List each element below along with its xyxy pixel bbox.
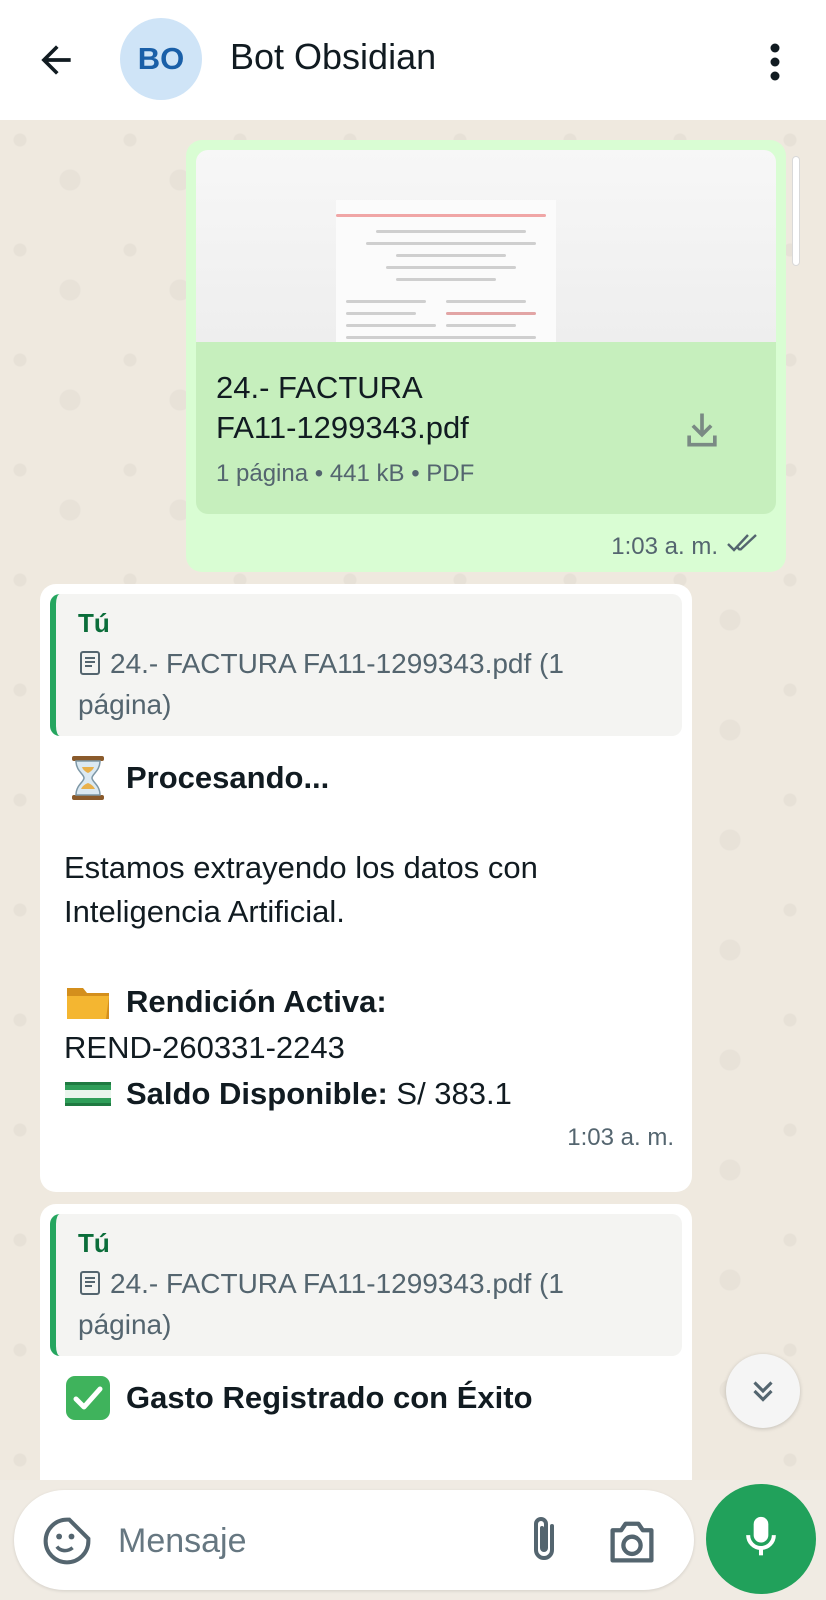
timestamp-text: 1:03 a. m. [611, 532, 718, 560]
scrollbar[interactable] [792, 156, 800, 266]
document-icon [78, 1268, 102, 1306]
camera-icon[interactable] [604, 1514, 660, 1568]
quote-text-content: 24.- FACTURA FA11-1299343.pdf (1 página) [78, 648, 564, 720]
message-body: Gasto Registrado con Éxito [50, 1356, 682, 1422]
document-meta: 1 página • 441 kB • PDF [216, 460, 475, 487]
saldo-line: Saldo Disponible: S/ 383.1 [64, 1070, 668, 1118]
chat-screen: BO Bot Obsidian 24.- FACTURA FA11-129934… [0, 0, 826, 1600]
message-compose-bar [14, 1490, 694, 1590]
saldo-value: S/ 383.1 [387, 1076, 512, 1111]
hourglass-icon [64, 754, 112, 802]
quote-author: Tú [78, 608, 110, 638]
avatar[interactable]: BO [120, 18, 202, 100]
quote-text: 24.- FACTURA FA11-1299343.pdf (1 página) [78, 645, 662, 724]
check-mark-icon [64, 1374, 112, 1422]
document-name-line1: 24.- FACTURA [216, 370, 423, 405]
quoted-message[interactable]: Tú 24.- FACTURA FA11-1299343.pdf (1 pági… [50, 594, 682, 736]
quote-text-content: 24.- FACTURA FA11-1299343.pdf (1 página) [78, 1268, 564, 1340]
banknote-icon [64, 1070, 112, 1118]
rendicion-label: Rendición Activa: [126, 984, 387, 1019]
double-check-icon [726, 531, 764, 562]
document-thumbnail [336, 200, 556, 342]
quoted-message[interactable]: Tú 24.- FACTURA FA11-1299343.pdf (1 pági… [50, 1214, 682, 1356]
chat-header: BO Bot Obsidian [0, 0, 826, 120]
outgoing-document-message[interactable]: 24.- FACTURA FA11-1299343.pdf 1 página •… [186, 140, 786, 572]
message-input[interactable] [118, 1516, 498, 1566]
document-icon [78, 648, 102, 686]
processing-line: Procesando... [64, 754, 668, 802]
scroll-to-bottom-button[interactable] [726, 1354, 800, 1428]
chat-area[interactable]: 24.- FACTURA FA11-1299343.pdf 1 página •… [0, 120, 826, 1480]
rendicion-line: Rendición Activa: [64, 978, 668, 1026]
document-name: 24.- FACTURA FA11-1299343.pdf [216, 368, 656, 448]
message-timestamp: 1:03 a. m. [611, 531, 764, 562]
document-info[interactable]: 24.- FACTURA FA11-1299343.pdf 1 página •… [196, 342, 776, 514]
rendicion-value: REND-260331-2243 [64, 1030, 345, 1065]
microphone-button[interactable] [706, 1484, 816, 1594]
download-icon[interactable] [676, 404, 728, 456]
more-options-icon[interactable] [750, 34, 800, 90]
message-paragraph: Estamos extrayendo los datos con Intelig… [64, 850, 538, 929]
success-line: Gasto Registrado con Éxito [64, 1374, 668, 1422]
message-title: Gasto Registrado con Éxito [126, 1380, 533, 1415]
quote-author: Tú [78, 1228, 110, 1258]
document-name-line2: FA11-1299343.pdf [216, 410, 469, 445]
message-timestamp: 1:03 a. m. [567, 1124, 674, 1151]
sticker-icon[interactable] [40, 1514, 94, 1568]
message-body: Procesando... Estamos extrayendo los dat… [50, 736, 682, 1118]
back-arrow-icon[interactable] [28, 32, 84, 88]
incoming-message[interactable]: Tú 24.- FACTURA FA11-1299343.pdf (1 pági… [40, 584, 692, 1192]
microphone-icon [739, 1513, 783, 1566]
quote-text: 24.- FACTURA FA11-1299343.pdf (1 página) [78, 1265, 662, 1344]
document-preview[interactable] [196, 150, 776, 342]
saldo-label: Saldo Disponible: [126, 1076, 388, 1111]
folder-icon [64, 978, 112, 1026]
attach-icon[interactable] [520, 1512, 568, 1568]
message-title: Procesando... [126, 760, 330, 795]
contact-name[interactable]: Bot Obsidian [230, 36, 436, 78]
incoming-message[interactable]: Tú 24.- FACTURA FA11-1299343.pdf (1 pági… [40, 1204, 692, 1480]
